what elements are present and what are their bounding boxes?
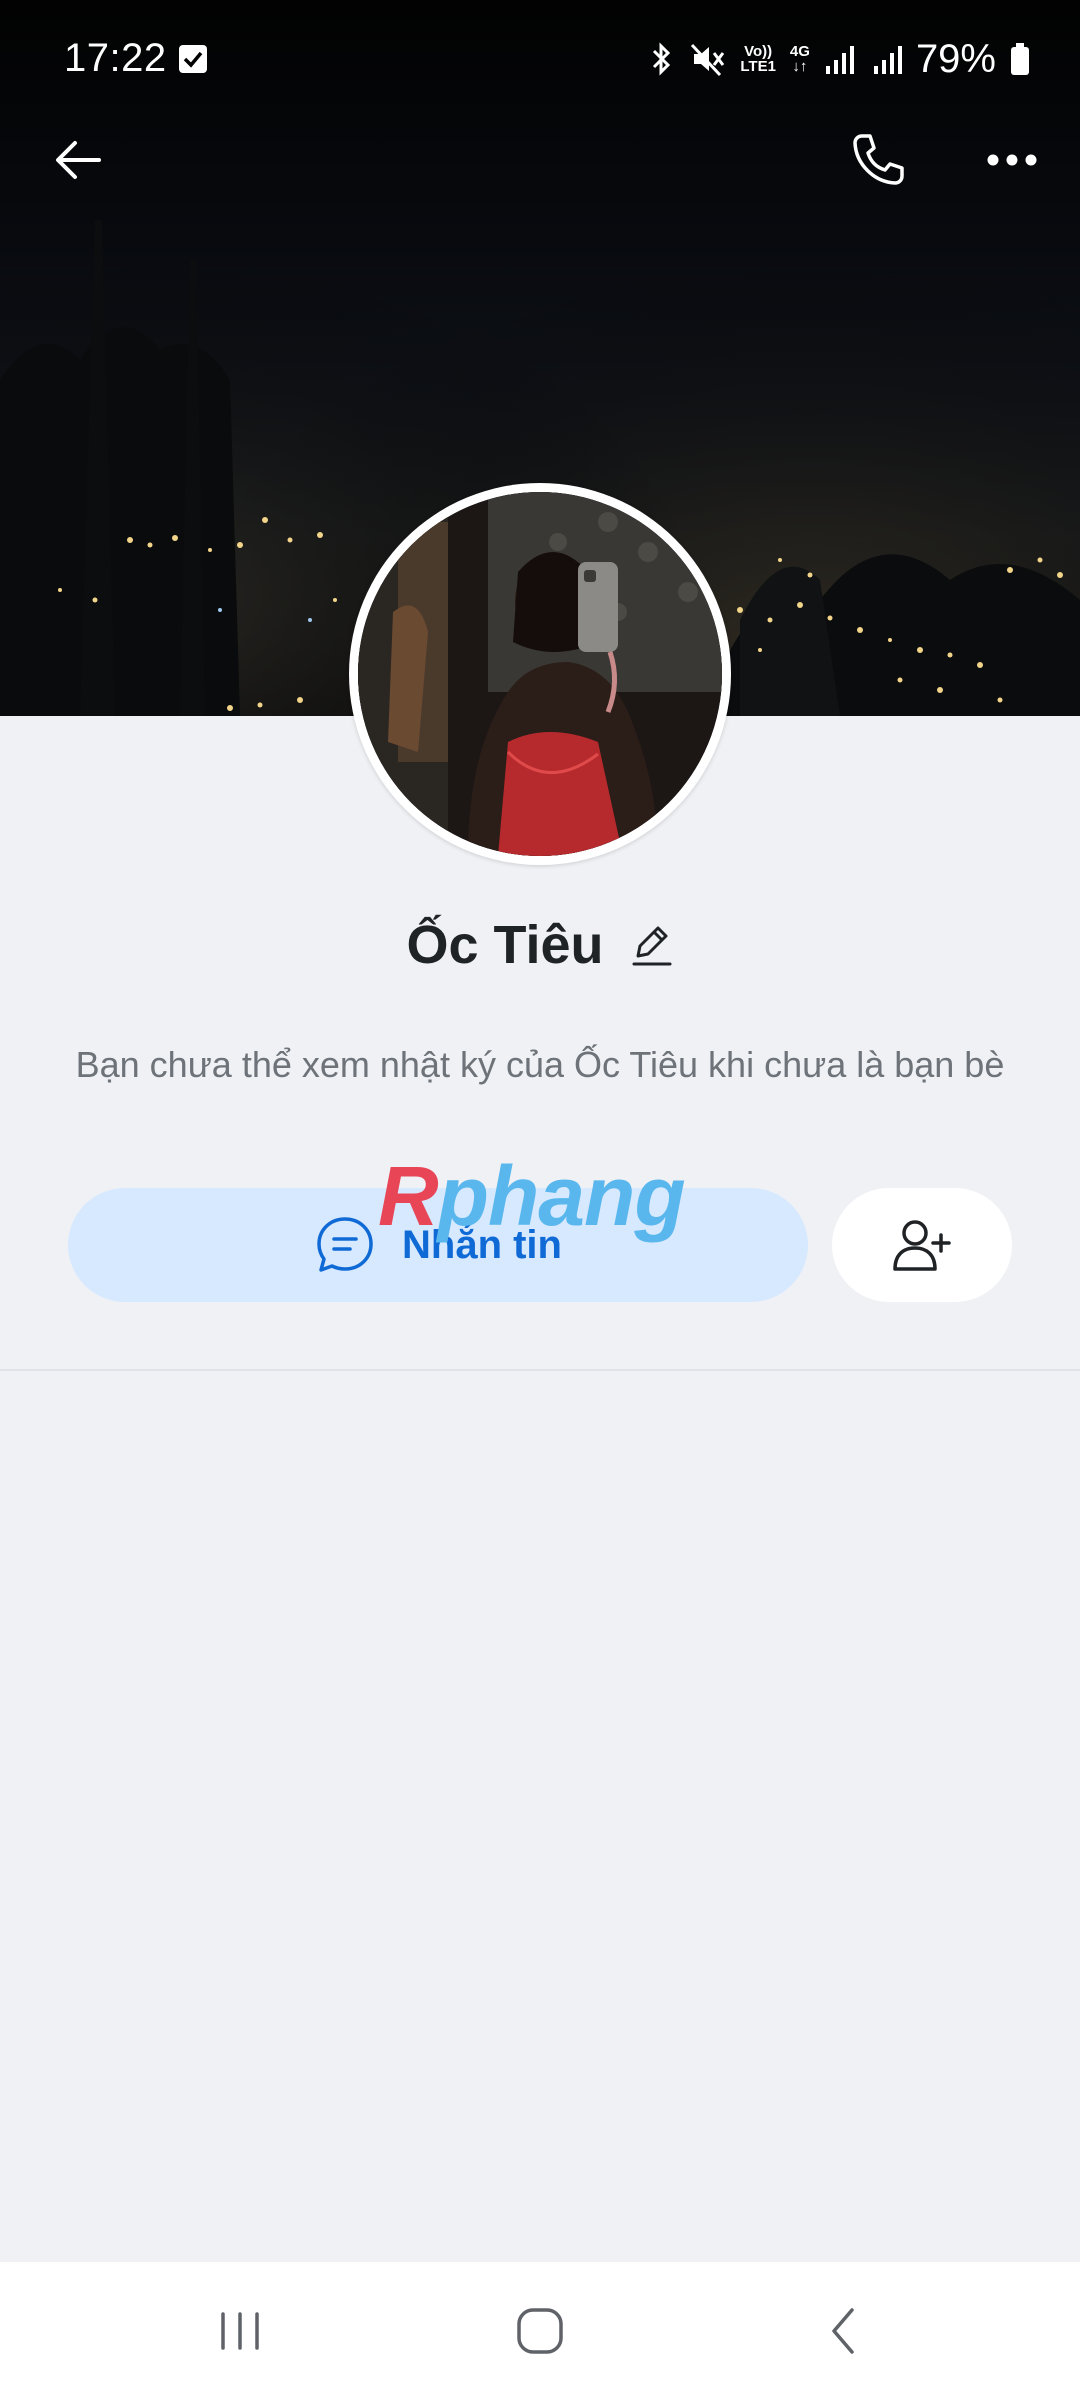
- bluetooth-icon: [653, 42, 671, 76]
- call-button[interactable]: [838, 120, 918, 200]
- 4g-data-icon: 4G ↓↑: [790, 44, 810, 74]
- status-icons: Vo)) LTE1 4G ↓↑ 79%: [634, 34, 1030, 84]
- data-arrows: ↓↑: [792, 58, 808, 75]
- volte-icon: Vo)) LTE1: [740, 44, 776, 74]
- home-icon: [517, 2308, 563, 2354]
- avatar-photo: [358, 492, 722, 856]
- volte-top-label: Vo)): [744, 43, 773, 60]
- battery-icon: [1011, 43, 1029, 75]
- profile-name-row: Ốc Tiêu: [0, 905, 1080, 985]
- back-button[interactable]: [38, 120, 118, 200]
- more-options-button[interactable]: [972, 120, 1052, 200]
- back-arrow-icon: [56, 141, 101, 179]
- home-button[interactable]: [480, 2286, 600, 2376]
- recent-apps-icon: [221, 2312, 259, 2350]
- signal-icon: [825, 46, 854, 74]
- chat-bubble-icon: [317, 1217, 373, 1272]
- status-bar: 17:22 Vo)) LTE1 4G ↓↑ 79%: [0, 0, 1080, 120]
- profile-page: 17:22 Vo)) LTE1 4G ↓↑ 79% Ốc Tiêu Bạn ch…: [0, 0, 1080, 2400]
- privacy-notice: Bạn chưa thể xem nhật ký của Ốc Tiêu khi…: [75, 1044, 1005, 1085]
- volte-bottom-label: LTE1: [740, 58, 776, 75]
- profile-avatar[interactable]: [349, 483, 731, 865]
- phone-icon: [853, 134, 904, 185]
- section-divider: [0, 1369, 1080, 1371]
- add-friend-button[interactable]: [832, 1188, 1012, 1302]
- edit-pencil-icon[interactable]: [630, 920, 674, 970]
- data-type-label: 4G: [789, 43, 810, 60]
- battery-percentage: 79%: [915, 36, 996, 81]
- system-back-button[interactable]: [784, 2286, 904, 2376]
- mute-icon: [691, 43, 725, 77]
- add-person-icon: [893, 1220, 951, 1271]
- message-button-label: Nhắn tin: [402, 1222, 562, 1267]
- check-notification-icon: [179, 45, 207, 73]
- system-back-icon: [832, 2308, 854, 2354]
- more-dots-icon: [987, 154, 1037, 166]
- status-time: 17:22: [64, 36, 167, 80]
- signal-icon: [873, 46, 902, 74]
- profile-name: Ốc Tiêu: [406, 915, 604, 975]
- message-button[interactable]: Nhắn tin: [68, 1188, 808, 1302]
- recent-apps-button[interactable]: [180, 2286, 300, 2376]
- system-nav-bar: [0, 2262, 1080, 2400]
